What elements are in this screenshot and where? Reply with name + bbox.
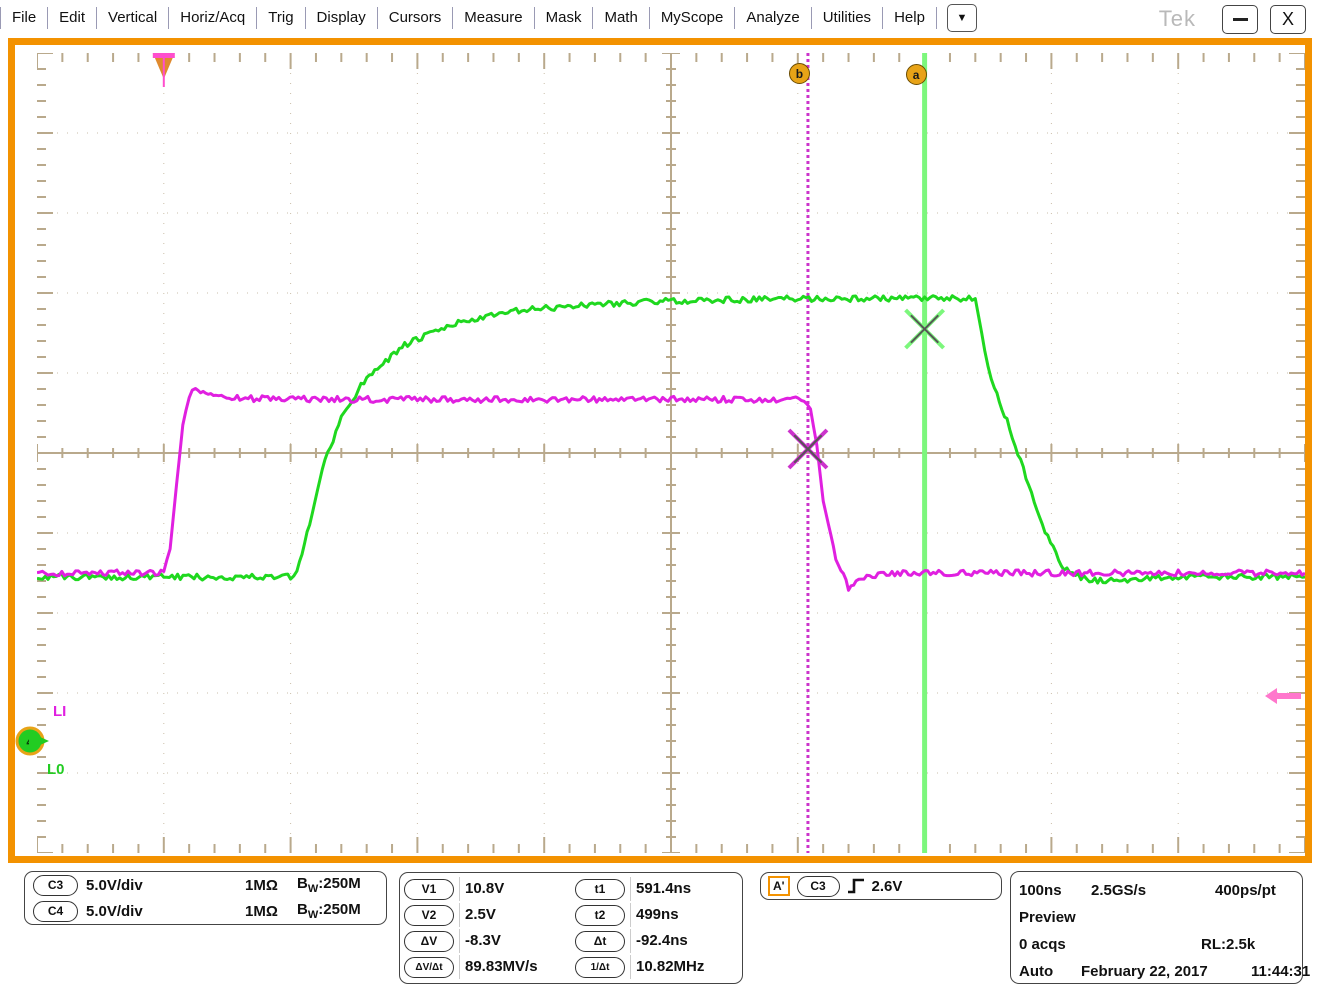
cursor-value-v1: 10.8V — [459, 877, 571, 901]
time-value: 11:44:31 — [1251, 958, 1310, 985]
trigger-panel[interactable]: A' C3 2.6V — [760, 872, 1002, 900]
menu-item-display[interactable]: Display — [306, 5, 377, 31]
channel-scale-c3: 5.0V/div — [86, 877, 143, 894]
offset-arrow-icon[interactable] — [1263, 683, 1303, 714]
channel-badge-c3[interactable]: C3 — [33, 875, 78, 896]
trigger-state-badge[interactable]: A' — [768, 876, 790, 896]
menu-item-vertical[interactable]: Vertical — [97, 5, 168, 31]
close-icon: X — [1282, 9, 1294, 30]
cursor-row-delta-v[interactable]: ΔV -8.3V — [404, 928, 571, 954]
cursor-a-badge[interactable]: a — [906, 64, 927, 85]
timebase-value: 100ns — [1019, 877, 1062, 904]
cursor-b-badge[interactable]: b — [789, 63, 810, 84]
cursor-label-slope[interactable]: ΔV/Δt — [404, 957, 454, 978]
menu-item-edit[interactable]: Edit — [48, 5, 96, 31]
waveform-canvas — [37, 53, 1305, 853]
acq-row-count: 0 acqs RL:2.5k — [1019, 931, 1302, 958]
cursor-value-t2: 499ns — [630, 903, 742, 927]
cursor-row-t2[interactable]: t2 499ns — [575, 902, 742, 928]
scope-display-frame: b a 4 LI L0 — [8, 38, 1312, 863]
cursor-value-delta-v: -8.3V — [459, 929, 571, 953]
cursor-value-delta-t: -92.4ns — [630, 929, 742, 953]
channel-badge-c4[interactable]: C4 — [33, 901, 78, 922]
cursor-value-frequency: 10.82MHz — [630, 955, 742, 979]
channel-row-c4[interactable]: C4 5.0V/div 1MΩ BW:250M — [25, 898, 386, 924]
trigger-source-badge[interactable]: C3 — [797, 876, 840, 897]
menu-item-cursors[interactable]: Cursors — [378, 5, 453, 31]
resolution-value: 400ps/pt — [1215, 877, 1276, 904]
cursor-label-v2[interactable]: V2 — [404, 905, 454, 926]
menu-item-trig[interactable]: Trig — [257, 5, 304, 31]
tek-logo: Tek — [1159, 6, 1196, 32]
rising-edge-icon — [846, 877, 866, 895]
close-button[interactable]: X — [1270, 5, 1306, 34]
menu-item-math[interactable]: Math — [593, 5, 648, 31]
trace-label-li: LI — [53, 703, 66, 720]
channel-bandwidth-c4: BW:250M — [297, 901, 361, 921]
trace-label-lo: L0 — [47, 761, 65, 778]
channel-scale-c4: 5.0V/div — [86, 903, 143, 920]
cursor-row-t1[interactable]: t1 591.4ns — [575, 876, 742, 902]
cursor-measurements-panel: V1 10.8V V2 2.5V ΔV -8.3V ΔV/Δt 89.83MV/… — [399, 872, 743, 984]
menu-item-measure[interactable]: Measure — [453, 5, 533, 31]
cursor-row-v2[interactable]: V2 2.5V — [404, 902, 571, 928]
acquisition-count: 0 acqs — [1019, 931, 1066, 958]
cursor-row-delta-t[interactable]: Δt -92.4ns — [575, 928, 742, 954]
channel-bandwidth-c3: BW:250M — [297, 875, 361, 895]
cursor-voltage-column: V1 10.8V V2 2.5V ΔV -8.3V ΔV/Δt 89.83MV/… — [400, 873, 571, 983]
cursor-label-delta-v[interactable]: ΔV — [404, 931, 454, 952]
chevron-down-icon[interactable]: ▼ — [947, 4, 977, 32]
cursor-label-t1[interactable]: t1 — [575, 879, 625, 900]
trigger-level-value: 2.6V — [872, 878, 903, 895]
menu-bar: File Edit Vertical Horiz/Acq Trig Displa… — [0, 0, 1320, 36]
graticule-area[interactable]: b a — [37, 53, 1305, 853]
channel-settings-panel: C3 5.0V/div 1MΩ BW:250M C4 5.0V/div 1MΩ … — [24, 871, 387, 925]
acq-row-mode: Preview — [1019, 904, 1302, 931]
acquisition-mode: Preview — [1019, 904, 1076, 931]
cursor-label-frequency[interactable]: 1/Δt — [575, 957, 625, 978]
menu-item-help[interactable]: Help — [883, 5, 936, 31]
cursor-row-slope[interactable]: ΔV/Δt 89.83MV/s — [404, 954, 571, 980]
cursor-row-frequency[interactable]: 1/Δt 10.82MHz — [575, 954, 742, 980]
cursor-time-column: t1 591.4ns t2 499ns Δt -92.4ns 1/Δt 10.8… — [571, 873, 742, 983]
menu-item-mask[interactable]: Mask — [535, 5, 593, 31]
sample-rate-value: 2.5GS/s — [1091, 877, 1146, 904]
trigger-mode-value: Auto — [1019, 958, 1053, 985]
minimize-button[interactable] — [1222, 5, 1258, 34]
channel-impedance-c3: 1MΩ — [245, 877, 278, 894]
cursor-label-delta-t[interactable]: Δt — [575, 931, 625, 952]
channel-4-ground-marker[interactable]: 4 — [15, 724, 49, 758]
cursor-label-t2[interactable]: t2 — [575, 905, 625, 926]
record-length: RL:2.5k — [1201, 931, 1255, 958]
menu-item-utilities[interactable]: Utilities — [812, 5, 882, 31]
date-value: February 22, 2017 — [1081, 958, 1208, 985]
menu-separator — [936, 7, 937, 29]
cursor-value-slope: 89.83MV/s — [459, 955, 571, 979]
channel-impedance-c4: 1MΩ — [245, 903, 278, 920]
minimize-icon — [1233, 18, 1248, 21]
channel-row-c3[interactable]: C3 5.0V/div 1MΩ BW:250M — [25, 872, 386, 898]
acq-row-datetime: Auto February 22, 2017 11:44:31 — [1019, 958, 1302, 985]
cursor-value-t1: 591.4ns — [630, 877, 742, 901]
cursor-label-v1[interactable]: V1 — [404, 879, 454, 900]
menu-item-horiz-acq[interactable]: Horiz/Acq — [169, 5, 256, 31]
cursor-value-v2: 2.5V — [459, 903, 571, 927]
acquisition-panel: 100ns 2.5GS/s 400ps/pt Preview 0 acqs RL… — [1010, 871, 1303, 984]
menu-item-myscope[interactable]: MyScope — [650, 5, 735, 31]
menu-item-analyze[interactable]: Analyze — [735, 5, 810, 31]
cursor-row-v1[interactable]: V1 10.8V — [404, 876, 571, 902]
acq-row-timebase: 100ns 2.5GS/s 400ps/pt — [1019, 877, 1302, 904]
menu-item-file[interactable]: File — [1, 5, 47, 31]
